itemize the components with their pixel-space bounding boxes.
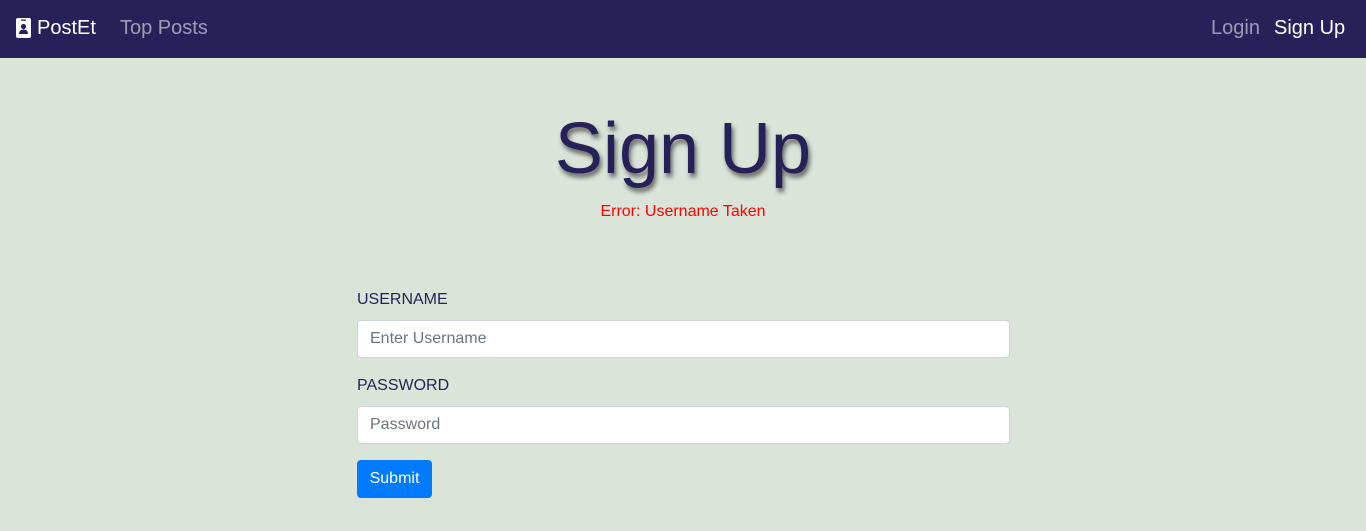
top-navbar: PostEt Top Posts Login Sign Up [0, 0, 1366, 58]
nav-top-posts[interactable]: Top Posts [120, 16, 208, 40]
error-message: Error: Username Taken [600, 203, 766, 220]
nav-login[interactable]: Login [1211, 16, 1260, 40]
page-title: Sign Up [554, 109, 812, 189]
submit-button[interactable]: Submit [357, 460, 432, 498]
username-input[interactable] [357, 320, 1010, 358]
person-badge-icon [16, 18, 31, 38]
brand-label: PostEt [37, 16, 96, 39]
nav-sign-up[interactable]: Sign Up [1274, 16, 1345, 40]
brand-link[interactable]: PostEt [16, 16, 96, 40]
username-label: USERNAME [357, 291, 448, 308]
password-input[interactable] [357, 406, 1010, 444]
password-label: PASSWORD [357, 377, 450, 394]
